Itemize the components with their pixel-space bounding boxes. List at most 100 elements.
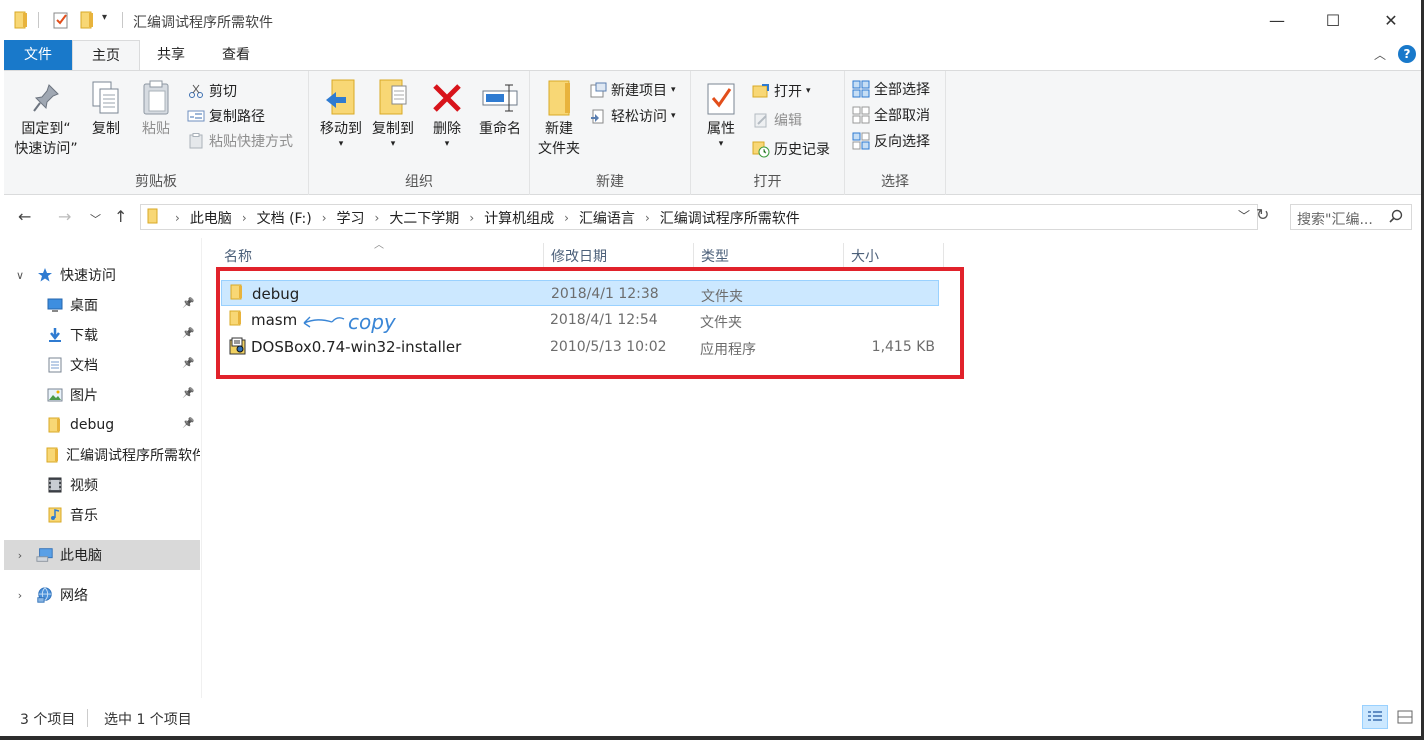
sidebar-item-quick-access-entry[interactable]: 汇编调试程序所需软件 [4, 440, 200, 470]
sidebar-item-quick-access-entry[interactable]: debug 📌 [4, 410, 200, 440]
pin-icon[interactable]: 📌 [182, 328, 194, 339]
column-header-date[interactable]: 修改日期 [544, 243, 694, 269]
chevron-down-icon: ▾ [390, 139, 396, 149]
chevron-right-icon[interactable]: › [12, 549, 28, 562]
copy-to-label: 复制到 [372, 121, 414, 137]
search-placeholder: 搜索"汇编... [1297, 212, 1373, 228]
sidebar-item-this-pc[interactable]: › 此电脑 [4, 540, 200, 570]
easy-access-button[interactable]: 轻松访问 ▾ [588, 104, 676, 128]
paste-button[interactable]: 粘贴 [134, 77, 178, 139]
new-item-icon [588, 81, 608, 99]
chevron-right-icon[interactable]: › [175, 211, 180, 225]
sidebar-item-network[interactable]: › 网络 [4, 580, 200, 610]
pin-quick-access-button[interactable]: 固定到“ 快速访问” [10, 77, 82, 159]
tab-file[interactable]: 文件 [4, 40, 72, 70]
download-icon [46, 326, 64, 344]
column-header-type[interactable]: 类型 [694, 243, 844, 269]
open-button[interactable]: 打开 ▾ [751, 79, 811, 103]
sidebar-item-quick-access-entry[interactable]: 文档 📌 [4, 350, 200, 380]
recent-locations-icon[interactable]: ﹀ [90, 211, 101, 227]
help-icon[interactable]: ? [1398, 45, 1416, 63]
pin-icon [10, 77, 82, 119]
pin-icon[interactable]: 📌 [182, 298, 194, 309]
copy-path-button[interactable]: 复制路径 [186, 104, 265, 128]
close-button[interactable]: ✕ [1368, 0, 1414, 40]
move-to-button[interactable]: 移动到 ▾ [315, 77, 367, 149]
copy-button[interactable]: 复制 [84, 77, 128, 139]
select-none-button[interactable]: 全部取消 [851, 103, 930, 127]
copy-to-button[interactable]: 复制到 ▾ [367, 77, 419, 149]
search-input[interactable]: 搜索"汇编... [1290, 204, 1412, 230]
selection-count: 选中 1 个项目 [104, 712, 192, 728]
invert-selection-button[interactable]: 反向选择 [851, 129, 930, 153]
tab-view[interactable]: 查看 [204, 40, 268, 70]
new-folder-quick-icon[interactable] [80, 11, 94, 31]
chevron-down-icon[interactable]: ∨ [12, 269, 28, 282]
chevron-right-icon[interactable]: › [645, 211, 650, 225]
crumb-this-pc[interactable]: 此电脑 [190, 208, 232, 228]
organize-group-label: 组织 [405, 174, 433, 190]
chevron-up-icon[interactable]: ︿ [1374, 46, 1386, 63]
pin-icon[interactable]: 📌 [182, 388, 194, 399]
sidebar-item-label: 下载 [70, 328, 98, 344]
details-view-icon[interactable] [1362, 705, 1388, 729]
history-button[interactable]: 历史记录 [751, 137, 830, 161]
sidebar-item-quick-access-entry[interactable]: 图片 📌 [4, 380, 200, 410]
properties-button[interactable]: 属性 ▾ [699, 77, 743, 149]
new-folder-button[interactable]: 新建 文件夹 [534, 77, 584, 159]
edit-button[interactable]: 编辑 [751, 108, 802, 132]
up-arrow-icon[interactable]: ↑ [114, 207, 127, 226]
crumb-current-folder[interactable]: 汇编调试程序所需软件 [660, 208, 800, 228]
chevron-down-icon: ▾ [671, 85, 676, 95]
crumb-drive[interactable]: 文档 (F:) [257, 208, 312, 228]
sidebar-item-quick-access-entry[interactable]: 桌面 📌 [4, 290, 200, 320]
pin-icon[interactable]: 📌 [182, 358, 194, 369]
chevron-right-icon[interactable]: › [375, 211, 380, 225]
rename-button[interactable]: 重命名 [473, 77, 527, 139]
refresh-icon[interactable]: ↻ [1256, 205, 1269, 224]
cut-button[interactable]: 剪切 [186, 79, 237, 103]
delete-button[interactable]: 删除 ▾ [427, 77, 467, 149]
sidebar-item-label: 音乐 [70, 508, 98, 524]
new-folder-icon [534, 77, 584, 119]
tab-home[interactable]: 主页 [72, 40, 140, 71]
sidebar-item-quick-access-entry[interactable]: 视频 [4, 470, 200, 500]
history-label: 历史记录 [774, 142, 830, 158]
sidebar-item-quick-access[interactable]: ∨ 快速访问 [4, 260, 200, 290]
column-header-name[interactable]: 名称 [218, 243, 544, 269]
invert-selection-icon [851, 132, 871, 150]
new-item-button[interactable]: 新建项目 ▾ [588, 78, 676, 102]
address-dropdown-icon[interactable]: ﹀ [1238, 207, 1250, 224]
minimize-button[interactable]: — [1254, 0, 1300, 40]
crumb-assembly-language[interactable]: 汇编语言 [579, 208, 635, 228]
maximize-button[interactable]: ☐ [1310, 0, 1356, 40]
chevron-right-icon[interactable]: › [12, 589, 28, 602]
chevron-right-icon[interactable]: › [469, 211, 474, 225]
crumb-semester[interactable]: 大二下学期 [389, 208, 459, 228]
sidebar-item-quick-access-entry[interactable]: 音乐 [4, 500, 200, 530]
select-all-button[interactable]: 全部选择 [851, 77, 930, 101]
chevron-right-icon[interactable]: › [242, 211, 247, 225]
back-arrow-icon[interactable]: ← [18, 207, 31, 226]
select-all-icon [851, 80, 871, 98]
star-icon [36, 266, 54, 284]
select-none-label: 全部取消 [874, 108, 930, 124]
tab-share[interactable]: 共享 [140, 40, 202, 70]
paste-shortcut-button[interactable]: 粘贴快捷方式 [186, 129, 293, 153]
forward-arrow-icon[interactable]: → [58, 207, 71, 226]
copy-path-icon [186, 107, 206, 125]
large-icons-view-icon[interactable] [1392, 705, 1418, 729]
customize-quick-access-icon[interactable]: ▾ [102, 12, 114, 32]
crumb-study[interactable]: 学习 [337, 208, 365, 228]
search-icon[interactable] [1389, 209, 1403, 227]
properties-quick-icon[interactable] [53, 11, 69, 31]
chevron-right-icon[interactable]: › [322, 211, 327, 225]
sidebar-item-quick-access-entry[interactable]: 下载 📌 [4, 320, 200, 350]
new-group-label: 新建 [596, 174, 624, 190]
address-bar[interactable]: › 此电脑 › 文档 (F:) › 学习 › 大二下学期 › 计算机组成 › 汇… [140, 204, 1258, 230]
pin-icon[interactable]: 📌 [182, 418, 194, 429]
crumb-computer-organization[interactable]: 计算机组成 [484, 208, 554, 228]
file-list: ︿ 名称 修改日期 类型 大小 debug 2018/4/1 12:38 文件夹 ma… [206, 238, 1421, 698]
column-header-size[interactable]: 大小 [844, 243, 944, 269]
chevron-right-icon[interactable]: › [564, 211, 569, 225]
